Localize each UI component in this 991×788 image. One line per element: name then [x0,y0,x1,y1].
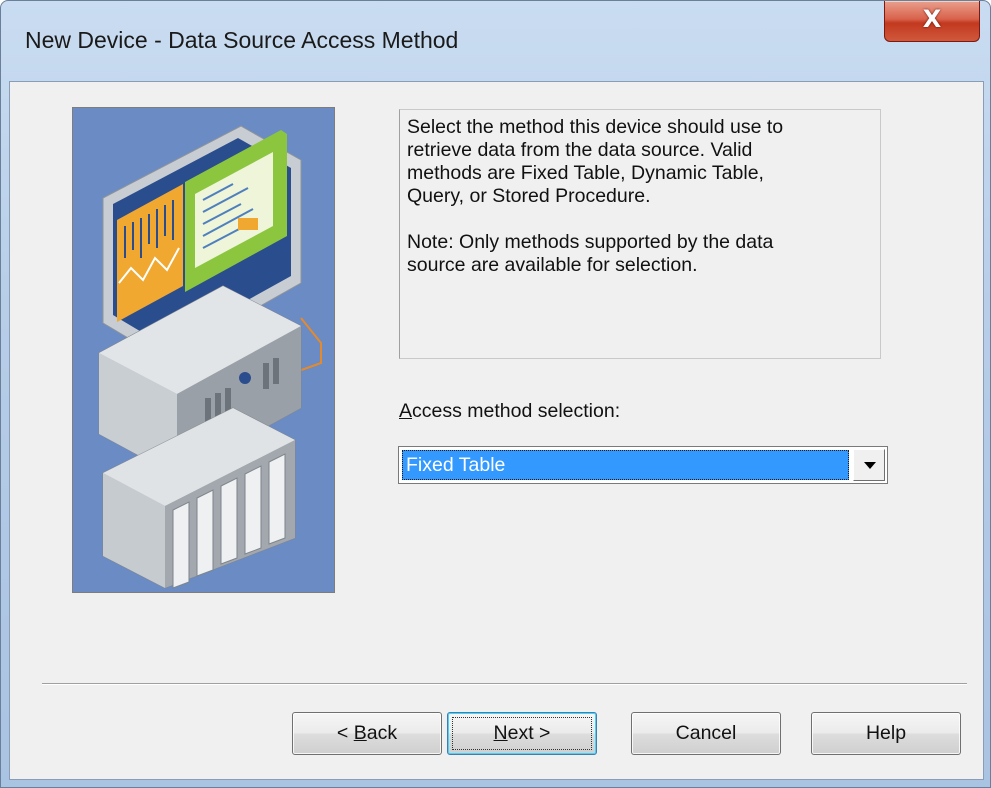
dialog-client-area: Select the method this device should use… [9,81,984,780]
access-method-dropdown[interactable]: Fixed Table [398,446,888,484]
access-method-label: Access method selection: [399,400,620,423]
cancel-button-label: Cancel [675,722,737,744]
separator-line [42,683,967,685]
description-text: Select the method this device should use… [407,116,867,277]
help-button-label: Help [865,722,907,744]
description-paragraph-1: Select the method this device should use… [407,116,784,207]
back-button-prefix: < [336,722,354,744]
help-button[interactable]: Help [811,712,961,755]
dialog-window: New Device - Data Source Access Method X [0,0,991,788]
back-button-mnemonic: B [353,722,367,744]
title-bar: New Device - Data Source Access Method X [1,1,990,81]
back-button-label: < Back [337,722,397,744]
access-method-label-mnemonic: A [399,400,413,422]
close-button[interactable]: X [884,1,980,42]
window-title: New Device - Data Source Access Method [25,27,459,53]
description-panel: Select the method this device should use… [399,109,881,359]
access-method-selected-value[interactable]: Fixed Table [402,450,849,480]
dropdown-toggle-button[interactable] [853,449,885,481]
access-method-label-text: ccess method selection: [412,400,621,422]
computer-and-plc-illustration [72,107,335,593]
cancel-button[interactable]: Cancel [631,712,781,755]
back-button[interactable]: < Back [292,712,442,755]
back-button-text: ack [366,722,398,744]
next-button[interactable]: Next > [447,712,597,755]
close-icon: X [922,5,942,33]
next-button-mnemonic: N [493,722,508,744]
description-paragraph-2: Note: Only methods supported by the data… [407,231,774,276]
next-button-text: ext > [507,722,551,744]
next-button-label: Next > [494,722,551,744]
chevron-down-icon [864,462,876,469]
